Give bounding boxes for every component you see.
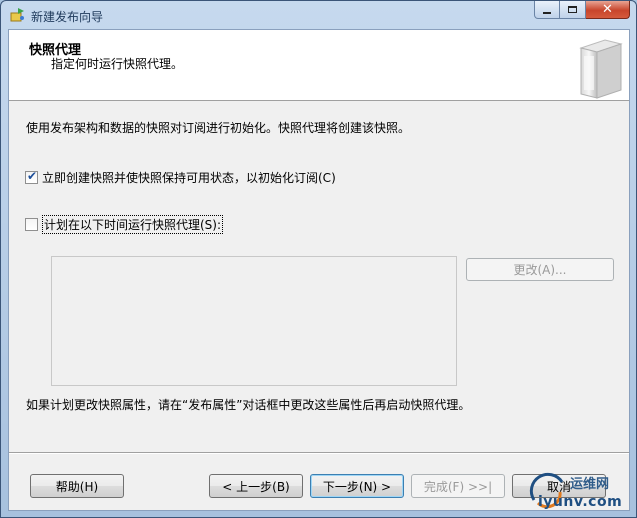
schedule-snapshot-option[interactable]: 计划在以下时间运行快照代理(S):	[25, 215, 224, 234]
caption-buttons: ✕	[534, 1, 630, 21]
create-snapshot-now-option[interactable]: ✔ 立即创建快照并使快照保持可用状态，以初始化订阅(C)	[25, 169, 336, 186]
wizard-window: 新建发布向导 ✕ 快照代理 指定何时运行快照代理。 使用发布架构和数据的快照对订…	[0, 0, 637, 518]
watermark-text-cn: 运维网	[570, 477, 610, 492]
create-snapshot-now-label[interactable]: 立即创建快照并使快照保持可用状态，以初始化订阅(C)	[42, 169, 336, 186]
minimize-icon	[543, 11, 551, 14]
maximize-icon	[568, 6, 577, 13]
wizard-header: 快照代理 指定何时运行快照代理。	[9, 30, 629, 101]
close-icon: ✕	[602, 2, 613, 17]
finish-button[interactable]: 完成(F) >>|	[411, 474, 505, 498]
schedule-description-box	[51, 256, 457, 386]
change-schedule-button[interactable]: 更改(A)...	[466, 258, 614, 281]
schedule-snapshot-checkbox[interactable]	[25, 218, 38, 231]
footer-separator-highlight	[9, 453, 629, 454]
watermark: 运维网 iyunv.com	[528, 470, 637, 518]
create-snapshot-now-checkbox[interactable]: ✔	[25, 169, 38, 184]
minimize-button[interactable]	[534, 1, 560, 19]
description-text: 使用发布架构和数据的快照对订阅进行初始化。快照代理将创建该快照。	[26, 121, 411, 135]
close-button[interactable]: ✕	[586, 1, 630, 19]
next-button[interactable]: 下一步(N) >	[310, 474, 404, 498]
page-subtitle: 指定何时运行快照代理。	[51, 57, 184, 71]
window-title: 新建发布向导	[31, 10, 104, 24]
wizard-client-area: 快照代理 指定何时运行快照代理。 使用发布架构和数据的快照对订阅进行初始化。快照…	[8, 29, 630, 511]
maximize-button[interactable]	[560, 1, 586, 19]
back-button[interactable]: < 上一步(B)	[209, 474, 303, 498]
title-bar[interactable]: 新建发布向导 ✕	[1, 1, 636, 29]
watermark-text-url: iyunv.com	[538, 494, 623, 510]
help-button[interactable]: 帮助(H)	[30, 474, 124, 498]
checkmark-icon: ✔	[27, 169, 38, 183]
properties-note: 如果计划更改快照属性，请在“发布属性”对话框中更改这些属性后再启动快照代理。	[26, 398, 471, 412]
snapshot-agent-icon	[579, 39, 623, 99]
wizard-icon	[10, 8, 24, 22]
schedule-snapshot-label[interactable]: 计划在以下时间运行快照代理(S):	[42, 215, 224, 234]
